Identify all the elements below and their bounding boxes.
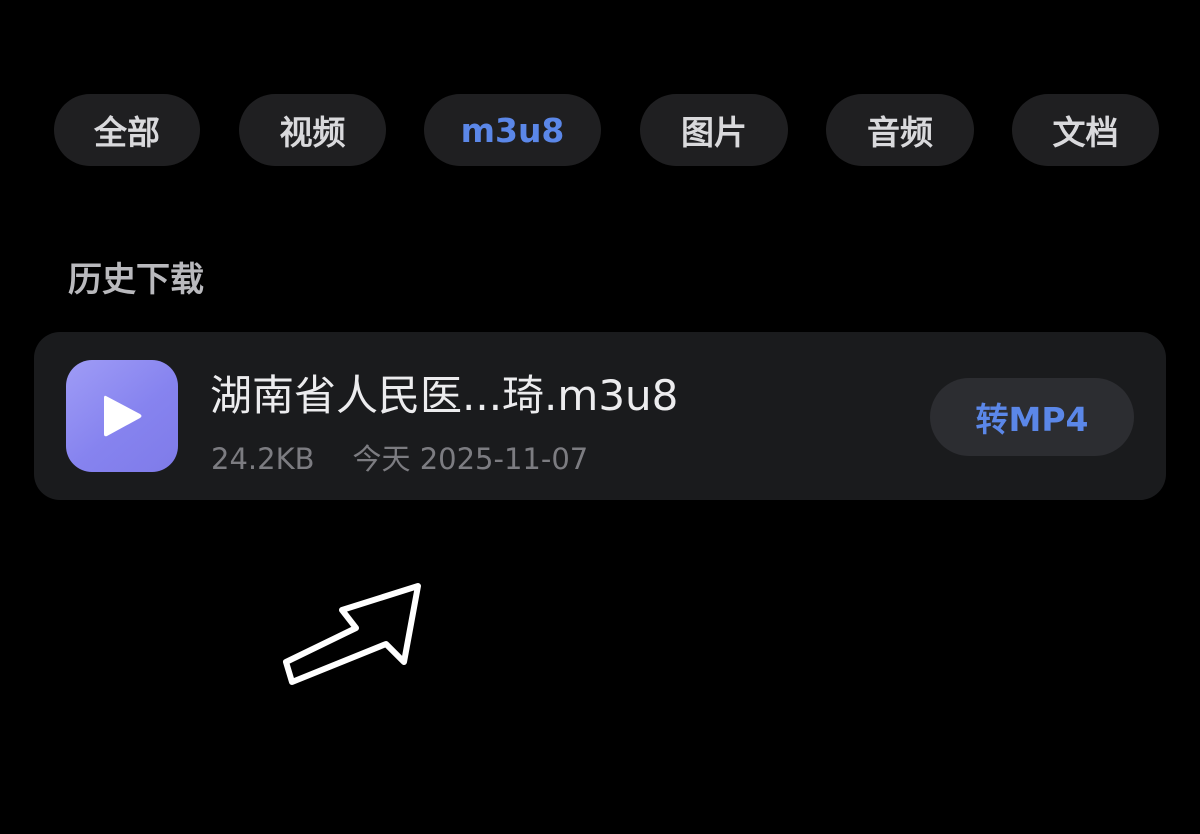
file-meta: 24.2KB 今天 2025-11-07 <box>211 436 588 478</box>
tab-audio[interactable]: 音频 <box>826 94 974 166</box>
tab-all[interactable]: 全部 <box>54 94 200 166</box>
file-size: 24.2KB <box>211 442 315 476</box>
download-list-item[interactable]: 湖南省人民医...琦.m3u8 24.2KB 今天 2025-11-07 转MP4 <box>34 332 1166 500</box>
tab-video-label: 视频 <box>279 113 346 152</box>
tab-document[interactable]: 文档 <box>1012 94 1159 166</box>
file-name: 湖南省人民医...琦.m3u8 <box>210 371 679 420</box>
section-title: 历史下载 <box>68 260 204 300</box>
tab-image-label: 图片 <box>681 113 747 152</box>
video-file-icon <box>66 360 178 472</box>
tab-video[interactable]: 视频 <box>239 94 386 166</box>
tab-document-label: 文档 <box>1052 113 1119 152</box>
category-tab-bar: 全部 视频 m3u8 图片 音频 文档 <box>0 94 1200 166</box>
convert-to-mp4-button[interactable]: 转MP4 <box>930 378 1134 456</box>
tab-m3u8-label: m3u8 <box>460 110 565 150</box>
tab-all-label: 全部 <box>94 113 160 152</box>
tab-image[interactable]: 图片 <box>640 94 788 166</box>
tab-audio-label: 音频 <box>867 113 933 152</box>
tab-m3u8[interactable]: m3u8 <box>424 94 601 166</box>
file-date: 今天 2025-11-07 <box>352 442 589 476</box>
hand-drawn-arrow-icon <box>283 583 421 685</box>
play-icon <box>104 395 142 437</box>
convert-button-label: 转MP4 <box>975 400 1089 439</box>
